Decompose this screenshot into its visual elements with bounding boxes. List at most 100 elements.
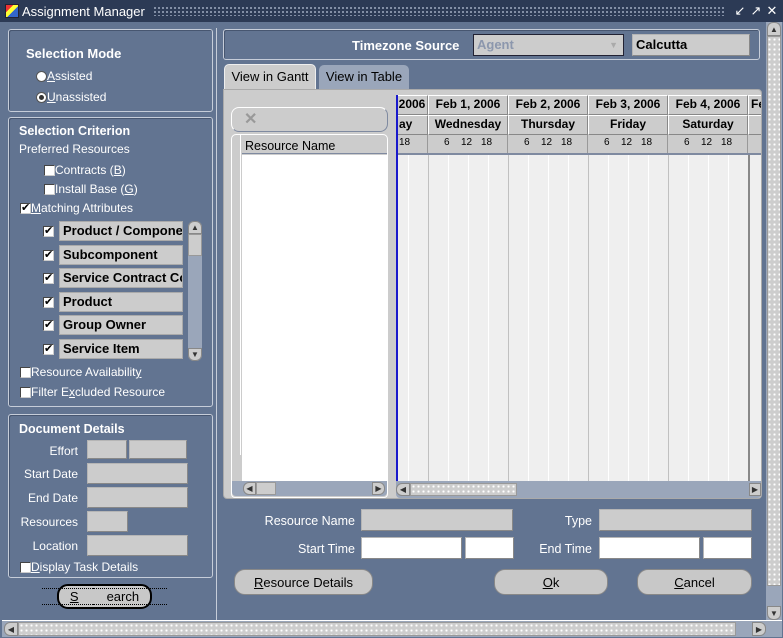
gantt-day-date: 2006 bbox=[396, 95, 428, 115]
tab-view-in-table[interactable]: View in Table bbox=[319, 65, 409, 89]
resource-name-label: Resource Name bbox=[264, 514, 355, 528]
contracts-checkbox-box[interactable] bbox=[44, 165, 55, 177]
attribute-field[interactable]: Product bbox=[59, 292, 183, 312]
resource-list-body[interactable] bbox=[242, 155, 387, 481]
resources-input[interactable] bbox=[87, 511, 128, 532]
install-base-checkbox-box[interactable] bbox=[44, 184, 55, 196]
preferred-resources-label: Preferred Resources bbox=[19, 142, 130, 156]
attribute-field[interactable]: Service Item bbox=[59, 339, 183, 359]
mnemonic: R bbox=[254, 574, 264, 590]
attribute-checkbox[interactable] bbox=[43, 271, 54, 284]
scroll-thumb[interactable] bbox=[18, 622, 736, 636]
timezone-source-select[interactable]: Agent ▼ bbox=[473, 34, 624, 56]
scroll-up-icon[interactable]: ▲ bbox=[767, 22, 781, 36]
gantt-hours-row: 6 12 18 bbox=[508, 135, 588, 153]
scroll-thumb[interactable] bbox=[410, 483, 517, 496]
location-input[interactable] bbox=[87, 535, 188, 556]
attribute-row: Service Contract Coverage bbox=[43, 267, 183, 289]
gantt-day-date: Feb 4, 2006 bbox=[668, 95, 748, 115]
title-bar-grip[interactable] bbox=[152, 6, 724, 16]
scroll-down-icon[interactable]: ▼ bbox=[188, 348, 202, 361]
attribute-field[interactable]: Product / Component bbox=[59, 221, 183, 241]
scroll-left-icon[interactable]: ◀ bbox=[243, 482, 256, 495]
scroll-down-icon[interactable]: ▼ bbox=[767, 606, 781, 620]
gantt-hour-gridline bbox=[528, 155, 529, 481]
clear-button[interactable]: ✕ bbox=[231, 107, 388, 132]
minimize-icon[interactable]: ↙ bbox=[732, 3, 748, 19]
chevron-down-icon[interactable]: ▼ bbox=[609, 35, 618, 55]
timezone-value-field[interactable]: Calcutta bbox=[632, 34, 750, 56]
search-button[interactable]: Search bbox=[41, 584, 168, 609]
window-vscrollbar[interactable]: ▲ ▼ bbox=[766, 22, 782, 620]
window-hscrollbar[interactable]: ◀ ▶ bbox=[2, 620, 782, 637]
attribute-checkbox[interactable] bbox=[43, 224, 54, 237]
scroll-thumb[interactable] bbox=[188, 234, 202, 256]
display-task-details-checkbox[interactable]: Display Task Details bbox=[20, 560, 138, 574]
attribute-field[interactable]: Service Contract Coverage bbox=[59, 268, 183, 288]
end-date-label: End Date bbox=[27, 491, 78, 505]
scroll-thumb[interactable] bbox=[256, 482, 276, 495]
mnemonic: S bbox=[55, 588, 93, 605]
scroll-thumb[interactable] bbox=[767, 36, 781, 586]
close-icon[interactable]: ✕ bbox=[764, 3, 780, 19]
tab-view-in-gantt[interactable]: View in Gantt bbox=[224, 64, 316, 91]
resource-availability-checkbox[interactable]: Resource Availability bbox=[20, 365, 142, 379]
scroll-left-icon[interactable]: ◀ bbox=[4, 622, 18, 636]
radio-assisted-button[interactable] bbox=[36, 71, 47, 83]
attribute-checkbox[interactable] bbox=[43, 318, 54, 331]
attribute-checkbox[interactable] bbox=[43, 342, 54, 355]
start-time-label: Start Time bbox=[298, 542, 355, 556]
gantt-hour-tick: 18 bbox=[399, 137, 411, 148]
contracts-label-end: ) bbox=[121, 163, 126, 177]
resource-name-field[interactable] bbox=[361, 509, 513, 531]
matching-attributes-checkbox[interactable]: Matching Attributes bbox=[20, 201, 133, 215]
start-date-field[interactable] bbox=[361, 537, 462, 559]
cancel-button[interactable]: Cancel bbox=[637, 569, 752, 595]
gantt-hour-tick: 12 bbox=[541, 137, 553, 148]
start-date-input[interactable] bbox=[87, 463, 188, 484]
radio-assisted[interactable]: Assisted bbox=[36, 69, 92, 83]
scroll-right-icon[interactable]: ▶ bbox=[372, 482, 385, 495]
install-base-checkbox[interactable]: Install Base (G) bbox=[44, 182, 138, 196]
type-field[interactable] bbox=[599, 509, 752, 531]
attribute-field[interactable]: Group Owner bbox=[59, 315, 183, 335]
contracts-checkbox[interactable]: Contracts (B) bbox=[44, 163, 126, 177]
end-time-field[interactable] bbox=[703, 537, 752, 559]
gantt-hour-gridline bbox=[688, 155, 689, 481]
gantt-header-divider bbox=[396, 153, 761, 155]
gantt-hour-tick: 6 bbox=[444, 137, 450, 148]
end-date-field[interactable] bbox=[599, 537, 700, 559]
scroll-right-icon[interactable]: ▶ bbox=[749, 483, 761, 496]
ok-button[interactable]: Ok bbox=[494, 569, 608, 595]
resource-list-hscrollbar[interactable]: ◀ ▶ bbox=[232, 481, 387, 496]
resource-details-button[interactable]: Resource Details bbox=[234, 569, 373, 595]
resource-name-column-header[interactable]: Resource Name bbox=[242, 136, 387, 154]
resource-availability-checkbox-box[interactable] bbox=[20, 367, 31, 379]
attributes-scrollbar[interactable]: ▲ ▼ bbox=[188, 221, 202, 361]
radio-unassisted-button[interactable] bbox=[36, 92, 47, 104]
attribute-row: Subcomponent bbox=[43, 244, 183, 266]
maximize-icon[interactable]: ↗ bbox=[748, 3, 764, 19]
start-time-field[interactable] bbox=[465, 537, 514, 559]
filter-excluded-checkbox[interactable]: Filter Excluded Resource bbox=[20, 385, 165, 399]
attribute-field[interactable]: Subcomponent bbox=[59, 245, 183, 265]
timezone-source-label: Timezone Source bbox=[352, 38, 460, 53]
filter-excluded-checkbox-box[interactable] bbox=[20, 387, 31, 399]
mnemonic: A bbox=[47, 69, 56, 83]
scroll-right-icon[interactable]: ▶ bbox=[752, 622, 766, 636]
effort-unit-select[interactable] bbox=[129, 440, 187, 459]
gantt-chart[interactable]: 2006 ay 18 Feb 1, 2006 Wednesday 6 12 18… bbox=[396, 95, 761, 481]
attribute-checkbox[interactable] bbox=[43, 295, 54, 308]
gantt-current-time-marker bbox=[396, 95, 398, 481]
matching-attributes-checkbox-box[interactable] bbox=[20, 201, 31, 215]
end-date-input[interactable] bbox=[87, 487, 188, 508]
attribute-checkbox[interactable] bbox=[43, 248, 54, 261]
display-task-details-checkbox-box[interactable] bbox=[20, 562, 31, 574]
gantt-hscrollbar[interactable]: ◀ ▶ bbox=[396, 481, 761, 498]
effort-input[interactable] bbox=[87, 440, 127, 459]
scroll-left-icon[interactable]: ◀ bbox=[396, 483, 410, 496]
filter-excluded-label: Filter E bbox=[31, 385, 70, 399]
cancel-label: ancel bbox=[683, 574, 715, 590]
radio-unassisted[interactable]: Unassisted bbox=[36, 90, 106, 104]
scroll-up-icon[interactable]: ▲ bbox=[188, 221, 202, 234]
